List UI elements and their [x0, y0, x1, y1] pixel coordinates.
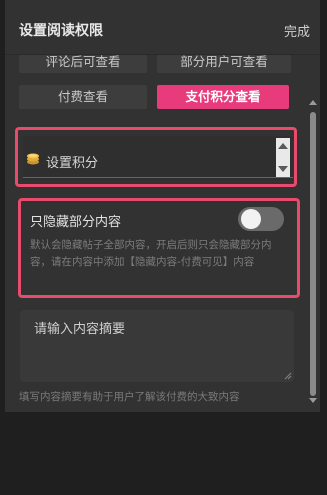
score-label: 设置积分 — [46, 156, 99, 171]
option-label: 支付积分查看 — [185, 89, 261, 104]
scroll-up-icon[interactable] — [309, 100, 317, 105]
resize-grip-icon[interactable] — [284, 372, 292, 380]
option-label: 部分用户可查看 — [180, 55, 268, 69]
scrollbar-thumb[interactable] — [310, 112, 316, 396]
option-label: 付费查看 — [57, 89, 108, 104]
toggle-knob — [241, 209, 261, 229]
hide-partial-toggle[interactable] — [238, 207, 284, 231]
option-partial-users[interactable]: 部分用户可查看 — [157, 55, 291, 73]
scrollbar[interactable] — [308, 58, 318, 408]
summary-textarea[interactable]: 请输入内容摘要 — [20, 310, 294, 382]
option-comment-to-view[interactable]: 评论后可查看 — [19, 55, 147, 73]
panel-header: 设置阅读权限 完成 — [5, 0, 320, 55]
score-stepper[interactable] — [276, 138, 290, 178]
score-input[interactable]: 设置积分 — [23, 136, 293, 180]
option-paid-view[interactable]: 付费查看 — [19, 85, 147, 109]
stepper-up-icon[interactable] — [278, 143, 288, 149]
panel-content: 评论后可查看 部分用户可查看 付费查看 支付积分查看 设置积分 只隐藏部分内容 … — [5, 55, 305, 412]
option-label: 评论后可查看 — [45, 55, 121, 69]
coin-stack-icon — [27, 153, 39, 165]
hide-partial-description: 默认会隐藏帖子全部内容，开启后则只会隐藏部分内容，请在内容中添加【隐藏内容-付费… — [30, 239, 272, 268]
input-underline — [23, 177, 293, 178]
stepper-down-icon[interactable] — [278, 166, 288, 172]
page-title: 设置阅读权限 — [19, 23, 103, 39]
summary-placeholder: 请输入内容摘要 — [34, 322, 126, 337]
summary-hint: 填写内容摘要有助于用户了解该付费的大致内容 — [19, 391, 240, 403]
read-permission-panel: 设置阅读权限 完成 评论后可查看 部分用户可查看 付费查看 支付积分查看 设置积… — [5, 0, 320, 412]
hide-partial-title: 只隐藏部分内容 — [30, 215, 122, 230]
scroll-down-icon[interactable] — [309, 398, 317, 403]
done-button[interactable]: 完成 — [284, 21, 310, 40]
option-points-view[interactable]: 支付积分查看 — [157, 85, 289, 109]
